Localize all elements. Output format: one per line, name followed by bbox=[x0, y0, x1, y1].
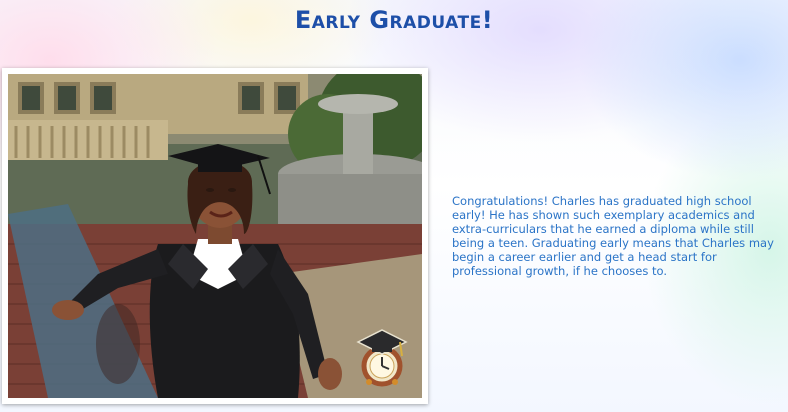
photo-frame bbox=[2, 68, 428, 404]
graduate-scene-image bbox=[8, 74, 422, 398]
title: Early Graduate! bbox=[294, 6, 494, 34]
graduation-cap-clock-icon bbox=[352, 326, 410, 388]
description-text: Congratulations! Charles has graduated h… bbox=[452, 194, 774, 278]
